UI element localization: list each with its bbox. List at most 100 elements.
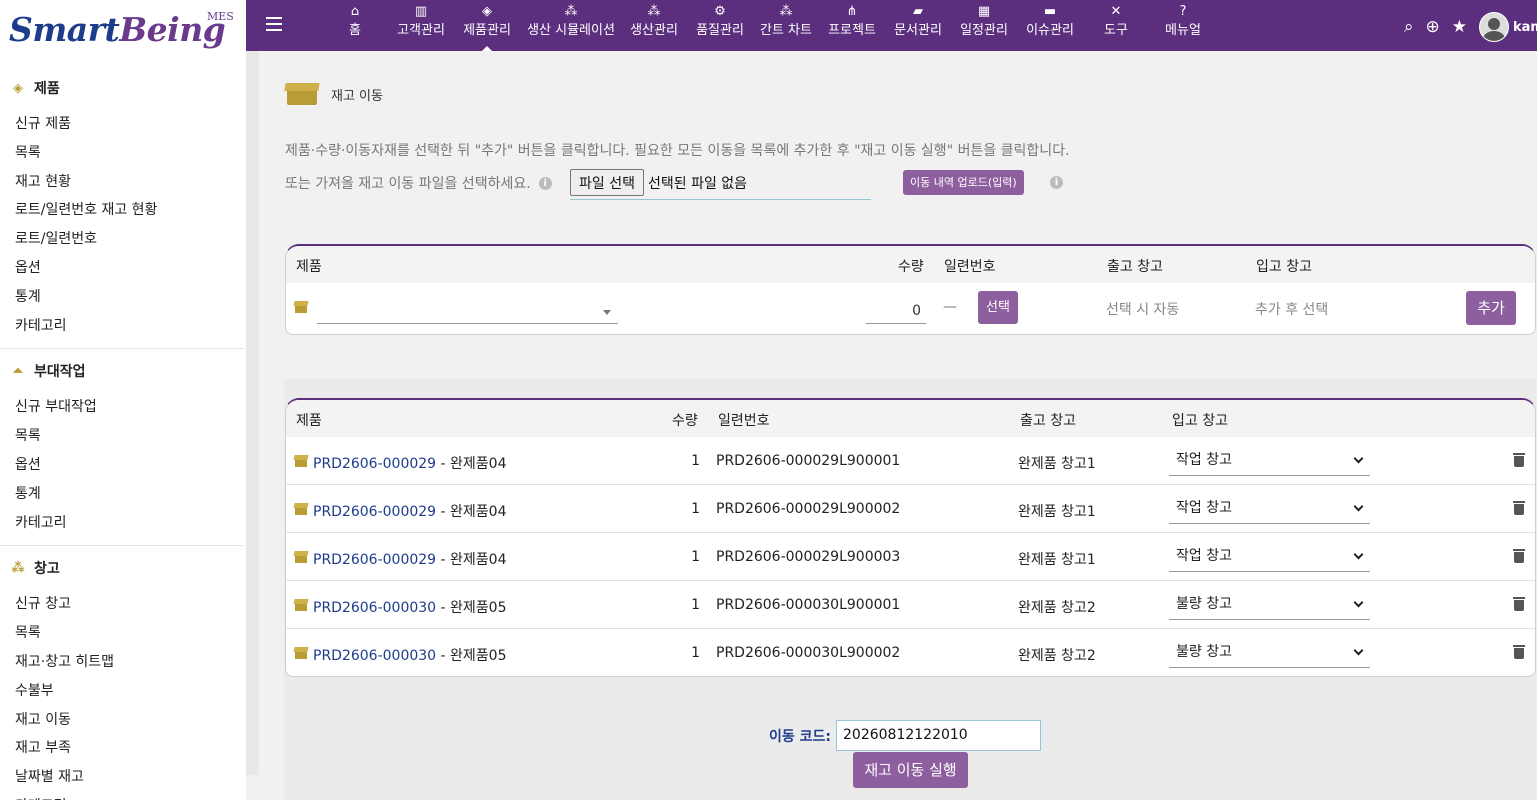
product-link[interactable]: PRD2606-000029 - 완제품04 (313, 549, 507, 569)
execute-move-button[interactable]: 재고 이동 실행 (853, 752, 968, 788)
search-icon[interactable]: ⌕ (1404, 17, 1414, 37)
sidebar-item[interactable]: 로트/일련번호 재고 현황 (0, 196, 244, 225)
sidebar-item[interactable]: 목록 (0, 139, 244, 168)
sidebar-item[interactable]: 신규 창고 (0, 590, 244, 619)
info-icon[interactable]: i (538, 176, 552, 190)
cube-icon (294, 301, 308, 314)
sidebar-group-title[interactable]: ◈ 제품 (0, 66, 244, 110)
sidebar-item[interactable]: 옵션 (0, 254, 244, 283)
trash-icon[interactable] (1513, 500, 1525, 515)
table-row: PRD2606-000029 - 완제품04 1 PRD2606-000029L90… (286, 485, 1535, 533)
sidebar-item[interactable]: 통계 (0, 480, 244, 509)
logo[interactable]: SmartBeing (9, 10, 226, 49)
sidebar-item[interactable]: 재고 부족 (0, 734, 244, 763)
sidebar-item[interactable]: 목록 (0, 619, 244, 648)
sidebar-item[interactable]: 로트/일련번호 (0, 225, 244, 254)
sidebar-group-label: 부대작업 (34, 364, 86, 381)
sitemap-icon: ⋔ (846, 4, 858, 19)
nav-item-label: 제품관리 (463, 23, 511, 38)
row-serial: PRD2606-000029L900001 (716, 453, 901, 469)
sidebar-group: ◈ 제품 신규 제품 목록 재고 현황 로트/일련번호 재고 현황 로트/일련번호 옵션 통계 카… (0, 66, 244, 350)
in-warehouse-select[interactable]: 작업 창고 (1169, 543, 1370, 572)
table-row: PRD2606-000030 - 완제품05 1 PRD2606-000030L90… (286, 629, 1535, 676)
cube-icon (294, 455, 308, 468)
sidebar-item[interactable]: 카테고리 (0, 509, 244, 538)
sidebar-item[interactable]: 카테고리 (0, 312, 244, 341)
plus-circle-icon[interactable]: ⊕ (1426, 17, 1440, 37)
product-code[interactable]: PRD2606-000029 (313, 456, 436, 472)
product-code[interactable]: PRD2606-000029 (313, 552, 436, 568)
select-serial-button[interactable]: 선택 (978, 291, 1018, 324)
nav-item-question[interactable]: ? 메뉴얼 (1123, 0, 1243, 51)
info-icon[interactable]: i (1050, 176, 1063, 189)
row-qty: 1 (691, 645, 700, 661)
row-serial: PRD2606-000029L900003 (716, 549, 901, 565)
sidebar-item[interactable]: 수불부 (0, 677, 244, 706)
list-header-serial: 일련번호 (718, 413, 770, 429)
sidebar-item[interactable]: 옵션 (0, 451, 244, 480)
no-file-text: 선택된 파일 없음 (647, 175, 748, 192)
sidebar-group-label: 창고 (34, 561, 60, 578)
sidebar-group-title[interactable]: ⁂ 창고 (0, 546, 244, 590)
sidebar-item[interactable]: 신규 제품 (0, 110, 244, 139)
product-code[interactable]: PRD2606-000029 (313, 504, 436, 520)
trash-icon[interactable] (1513, 596, 1525, 611)
logo-area[interactable]: SmartBeing MES (0, 0, 246, 66)
move-code-input[interactable]: 20260812122010 (836, 720, 1041, 751)
row-serial: PRD2606-000029L900002 (716, 501, 901, 517)
row-serial: PRD2606-000030L900001 (716, 597, 901, 613)
hamburger-menu-icon[interactable] (266, 17, 282, 31)
add-button[interactable]: 추가 (1466, 291, 1516, 325)
sidebar-scrollbar[interactable] (246, 51, 259, 775)
trash-icon[interactable] (1513, 548, 1525, 563)
product-name: - 완제품04 (436, 552, 507, 568)
in-warehouse-value: 작업 창고 (1176, 500, 1232, 516)
add-row: 0 — 선택 선택 시 자동 추가 후 선택 추가 (286, 283, 1535, 333)
trash-icon[interactable] (1513, 452, 1525, 467)
sidebar-item[interactable]: 통계 (0, 283, 244, 312)
trash-icon[interactable] (1513, 644, 1525, 659)
sidebar-item[interactable]: 재고 현황 (0, 168, 244, 197)
avatar[interactable] (1479, 12, 1509, 42)
sidebar-group-title[interactable]: ⏶ 부대작업 (0, 349, 244, 393)
move-code-row: 이동 코드: 20260812122010 (769, 720, 1041, 751)
chevron-down-icon (1353, 645, 1364, 656)
product-code[interactable]: PRD2606-000030 (313, 648, 436, 664)
sidebar-item[interactable]: 재고·창고 히트맵 (0, 648, 244, 677)
in-warehouse-select[interactable]: 작업 창고 (1169, 447, 1370, 476)
product-link[interactable]: PRD2606-000029 - 완제품04 (313, 453, 507, 473)
username[interactable]: kame (1513, 20, 1537, 35)
sidebar-item[interactable]: 날짜별 재고 (0, 763, 244, 792)
row-qty: 1 (691, 453, 700, 469)
table-row: PRD2606-000030 - 완제품05 1 PRD2606-000030L90… (286, 581, 1535, 629)
product-link[interactable]: PRD2606-000029 - 완제품04 (313, 501, 507, 521)
cube-icon (294, 599, 308, 612)
star-icon[interactable]: ★ (1452, 17, 1467, 37)
cubes-icon: ⁂ (647, 4, 661, 19)
cube-icon (294, 551, 308, 564)
in-warehouse-select[interactable]: 작업 창고 (1169, 495, 1370, 524)
boxes-icon (284, 81, 320, 107)
boxes-icon: ⁂ (11, 560, 25, 576)
sidebar-item[interactable]: 목록 (0, 422, 244, 451)
product-code[interactable]: PRD2606-000030 (313, 600, 436, 616)
sidebar-item[interactable]: 신규 부대작업 (0, 393, 244, 422)
list-header-out-warehouse: 출고 창고 (1020, 413, 1076, 429)
product-name: - 완제품04 (436, 504, 507, 520)
product-link[interactable]: PRD2606-000030 - 완제품05 (313, 645, 507, 665)
product-link[interactable]: PRD2606-000030 - 완제품05 (313, 597, 507, 617)
in-warehouse-select[interactable]: 불량 창고 (1169, 591, 1370, 620)
quantity-input[interactable]: 0 (866, 298, 926, 324)
upload-moves-button[interactable]: 이동 내역 업로드(입력) (903, 170, 1024, 195)
cubes-icon: ⁂ (564, 4, 578, 19)
sidebar-item[interactable]: 카테고리 (0, 792, 244, 800)
sidebar-item[interactable]: 재고 이동 (0, 706, 244, 735)
row-serial: PRD2606-000030L900002 (716, 645, 901, 661)
choose-file-button[interactable]: 파일 선택 (570, 169, 644, 196)
row-out-warehouse: 완제품 창고2 (1018, 600, 1096, 616)
chevron-down-icon (1353, 453, 1364, 464)
file-input[interactable]: 파일 선택 선택된 파일 없음 (570, 166, 871, 200)
in-warehouse-select[interactable]: 불량 창고 (1169, 639, 1370, 668)
product-select[interactable] (317, 300, 618, 324)
main-content: 재고 이동 제품·수량·이동자재를 선택한 뒤 "추가" 버튼을 클릭합니다. … (259, 51, 1537, 800)
